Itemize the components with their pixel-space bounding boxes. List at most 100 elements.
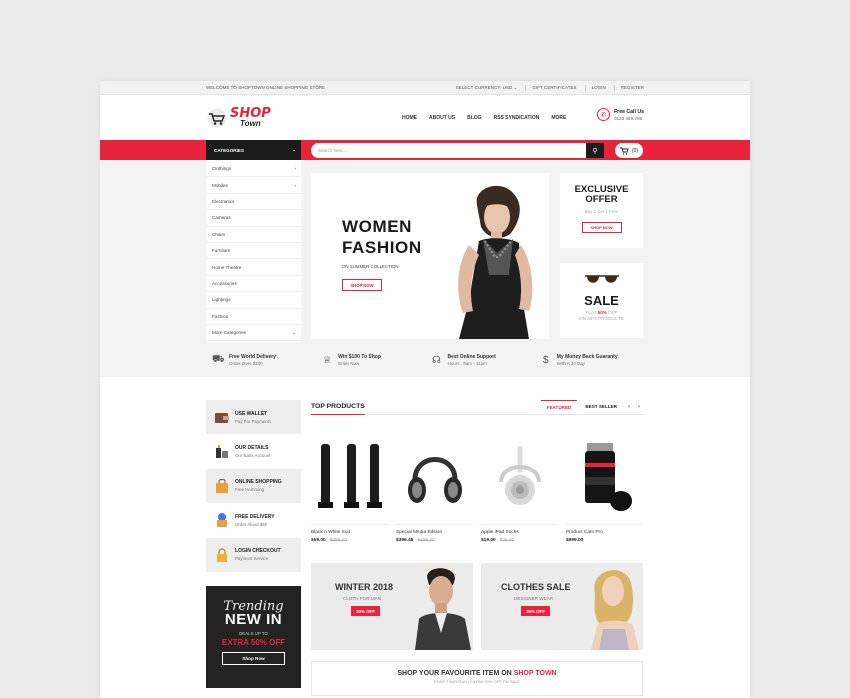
- currency-select[interactable]: Select Currency: USD ⌄: [456, 85, 518, 91]
- nav-home[interactable]: Home: [402, 115, 417, 121]
- sale-promo[interactable]: SALE Flat 50% Off On MP3 Products: [560, 263, 643, 338]
- phone-icon: ✆: [597, 108, 610, 121]
- nav-more[interactable]: More: [551, 115, 566, 121]
- services-list: Use Wallet Pay For Payments Our Details Ou…: [206, 400, 301, 572]
- trending-deals: Deals up to: [239, 631, 268, 636]
- top-bar: Welcome to Shoptown online shopping stor…: [100, 81, 750, 95]
- trophy-icon: ♕: [322, 354, 332, 366]
- call-number: 0123 456 789: [614, 115, 643, 121]
- trending-title: NEW IN: [224, 611, 283, 628]
- product-price: $19.00 $25.00: [481, 538, 515, 543]
- gift-certificates-link[interactable]: Gift Certificates: [525, 84, 576, 91]
- product-card[interactable]: Black n White Suit $59.00 $999.00: [311, 430, 388, 543]
- clothes-title: CLOTHES SALE: [501, 582, 571, 592]
- chevron-left-icon[interactable]: ‹: [625, 404, 633, 410]
- category-item[interactable]: Home Theatre: [206, 259, 301, 276]
- winter-badge: 20% OFF: [351, 606, 380, 616]
- top-products-header: Top Products Featured Best Seller ‹ ›: [311, 399, 643, 415]
- category-list: Clothings › Mobiles › Electronics Cameras …: [206, 161, 301, 343]
- feature-item: $ My Money Back Guaranty With A 30 Day: [534, 346, 643, 374]
- search-button[interactable]: ⚲: [586, 143, 604, 158]
- service-item[interactable]: Free Delivery Order About $50: [206, 503, 301, 538]
- logo[interactable]: SHOP Town: [206, 107, 286, 128]
- category-label: Lightings: [212, 297, 231, 303]
- clothes-sale-banner[interactable]: CLOTHES SALE Designer Wear 35% OFF: [481, 563, 643, 650]
- wallet-icon: [214, 410, 229, 425]
- white-headphones-image: [481, 430, 558, 525]
- truck-icon: ⛟: [212, 353, 225, 365]
- trending-extra: EXTRA 50% OFF: [221, 638, 286, 647]
- feature-item: ☊ Best Online Support Hours : 8am - 11pm: [432, 354, 496, 366]
- more-categories[interactable]: More Categories ⌄: [206, 325, 301, 342]
- login-link[interactable]: Login: [584, 84, 606, 91]
- headset-icon: ☊: [432, 354, 441, 366]
- category-item[interactable]: Furniture: [206, 243, 301, 260]
- headphones-image: [396, 430, 473, 525]
- category-item[interactable]: Fashion: [206, 309, 301, 325]
- feature-item: ⛟ Free World Delivery Order Over $100: [212, 353, 276, 367]
- categories-label: Categories: [214, 147, 245, 153]
- delivery-icon: [214, 513, 229, 528]
- nav-blog[interactable]: Blog: [467, 115, 481, 121]
- money-bag-icon: $: [542, 354, 549, 366]
- tab-best-seller[interactable]: Best Seller: [579, 400, 623, 413]
- search-box: Search here..... ⚲: [311, 143, 604, 158]
- hero-shop-now-button[interactable]: SHOP NOW: [342, 279, 382, 291]
- features-row: ⛟ Free World Delivery Order Over $100 ♕ W…: [206, 346, 643, 374]
- category-item[interactable]: Lightings: [206, 292, 301, 309]
- product-grid: Black n White Suit $59.00 $999.00 Special…: [311, 430, 643, 543]
- nav-about-us[interactable]: About Us: [429, 115, 455, 121]
- product-card[interactable]: Special Media Edition $399.45 $499.00: [396, 430, 473, 543]
- category-label: Mobiles: [212, 182, 228, 188]
- exclusive-offer-button[interactable]: SHOP NOW: [581, 221, 622, 233]
- category-item[interactable]: Cameras: [206, 210, 301, 227]
- welcome-text: Welcome to Shoptown online shopping stor…: [206, 85, 326, 90]
- product-name: Product Cam Pro: [566, 530, 603, 535]
- speakers-image: [311, 430, 388, 525]
- chevron-right-icon[interactable]: ›: [635, 404, 643, 410]
- shop-favourite-banner[interactable]: Shop Your Favourite Item On Shop Town En…: [311, 661, 643, 696]
- hero-banner[interactable]: WOMEN FASHION On Summer Collection SHOP …: [311, 173, 549, 339]
- store-page: Welcome to Shoptown online shopping stor…: [100, 81, 750, 698]
- trending-shop-now-button[interactable]: Shop Now: [222, 652, 285, 665]
- nav-rss[interactable]: RSS Syndication: [494, 115, 540, 121]
- lens-mug-image: [566, 430, 643, 525]
- product-card[interactable]: Product Cam Pro $899.00: [566, 430, 643, 543]
- category-item[interactable]: Accessories: [206, 276, 301, 293]
- service-item[interactable]: Our Details Our Bank Account: [206, 434, 301, 469]
- cart-button[interactable]: (0): [615, 143, 643, 158]
- search-input[interactable]: Search here.....: [311, 148, 586, 153]
- product-card[interactable]: Apple iPad Socks $19.00 $25.00: [481, 430, 558, 543]
- service-item[interactable]: Online Shopping Free Hemming: [206, 468, 301, 504]
- category-label: More Categories: [212, 330, 246, 336]
- exclusive-offer-title: EXCLUSIVE OFFER: [574, 184, 629, 206]
- category-item[interactable]: Chairs: [206, 227, 301, 243]
- category-item[interactable]: Mobiles ›: [206, 177, 301, 194]
- category-label: Home Theatre: [212, 264, 242, 270]
- categories-toggle[interactable]: Categories ⌄: [206, 140, 301, 160]
- register-link[interactable]: Register: [613, 84, 644, 91]
- chevron-right-icon: ›: [294, 166, 296, 172]
- chevron-down-icon: ⌄: [292, 329, 296, 335]
- category-item[interactable]: Clothings ›: [206, 161, 301, 178]
- top-links: Select Currency: USD ⌄ Gift Certificates…: [456, 84, 644, 91]
- winter-banner[interactable]: WINTER 2018 Cloth For Man 20% OFF: [311, 563, 473, 650]
- top-products-title: Top Products: [311, 403, 365, 415]
- service-item[interactable]: Use Wallet Pay For Payments: [206, 400, 301, 435]
- trending-banner[interactable]: Trending NEW IN Deals up to EXTRA 50% OF…: [206, 586, 301, 688]
- product-price: $59.00 $999.00: [311, 538, 348, 543]
- category-item[interactable]: Electronics: [206, 194, 301, 211]
- male-model-image: [415, 568, 471, 650]
- product-name: Black n White Suit: [311, 530, 350, 535]
- clothes-badge: 35% OFF: [521, 606, 550, 616]
- tab-featured[interactable]: Featured: [540, 399, 578, 414]
- main-nav: Home About Us Blog RSS Syndication More: [402, 115, 566, 121]
- sale-sub: Flat 50% Off On MP3 Products: [579, 310, 624, 321]
- category-label: Furniture: [212, 248, 231, 254]
- exclusive-offer-promo[interactable]: EXCLUSIVE OFFER Buy 1 Get 1 Free SHOP NO…: [560, 173, 643, 248]
- product-price: $899.00: [566, 538, 584, 543]
- service-item[interactable]: Login Checkout Payment Service: [206, 537, 301, 572]
- fashion-model-image: [458, 185, 533, 339]
- category-label: Electronics: [212, 198, 235, 204]
- cart-icon: [619, 147, 629, 155]
